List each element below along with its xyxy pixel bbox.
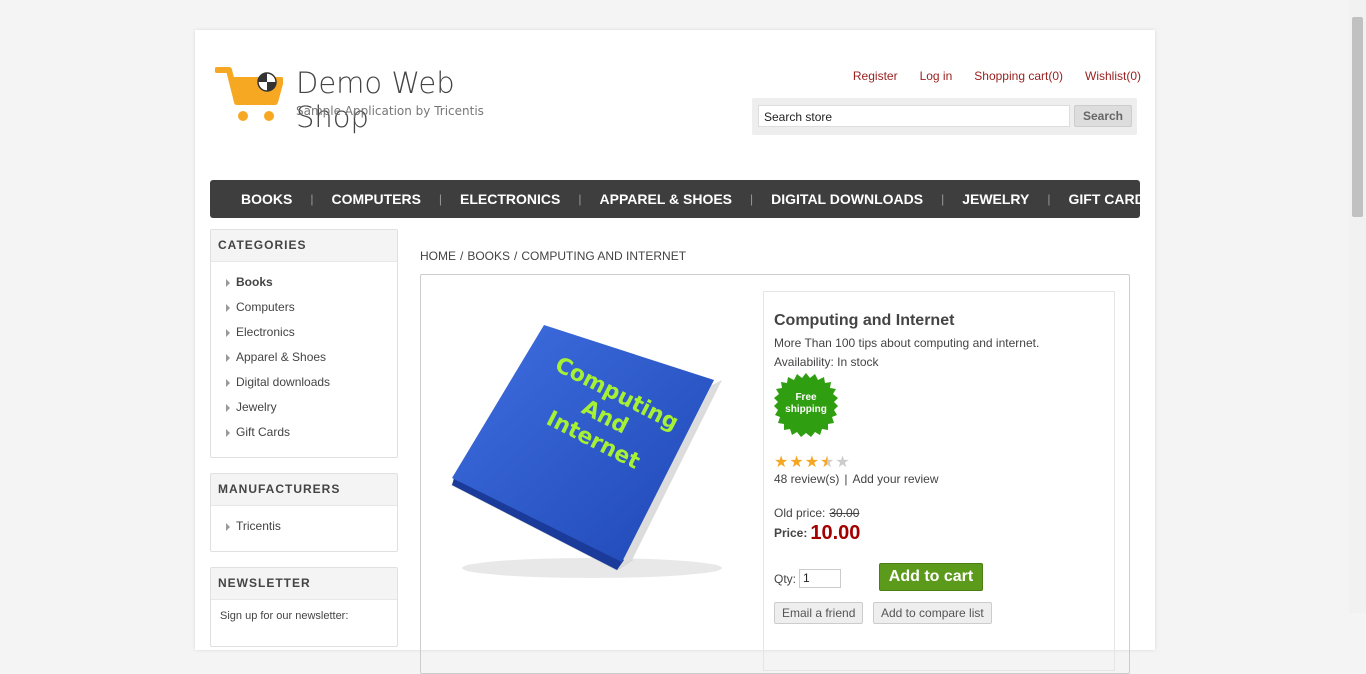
email-friend-button[interactable]: Email a friend bbox=[774, 602, 864, 624]
star-icon: ★ bbox=[774, 454, 789, 471]
product-reviews: 48 review(s) | Add your review bbox=[774, 472, 939, 486]
price-value: 10.00 bbox=[810, 522, 861, 544]
breadcrumb-home[interactable]: HOME bbox=[420, 249, 456, 263]
search-box: Search store Search bbox=[752, 98, 1137, 135]
product-availability: Availability: In stock bbox=[774, 355, 879, 369]
wishlist-link[interactable]: Wishlist(0) bbox=[1085, 69, 1141, 83]
product-short-description: More Than 100 tips about computing and i… bbox=[774, 336, 1040, 350]
categories-block: CATEGORIES Books Computers Electronics A… bbox=[210, 229, 398, 458]
category-item-digital-downloads[interactable]: Digital downloads bbox=[225, 370, 397, 395]
free-shipping-badge-text: Free shipping bbox=[785, 392, 827, 415]
newsletter-title: NEWSLETTER bbox=[211, 568, 397, 600]
newsletter-block: NEWSLETTER Sign up for our newsletter: bbox=[210, 567, 398, 647]
reviews-count-link[interactable]: 48 review(s) bbox=[774, 472, 839, 486]
register-link[interactable]: Register bbox=[853, 69, 898, 83]
menu-item-computers[interactable]: COMPUTERS bbox=[313, 191, 438, 207]
qty-input[interactable]: 1 bbox=[799, 569, 841, 588]
qty-label: Qty: bbox=[774, 572, 797, 586]
logo-title: Demo Web Shop bbox=[296, 66, 455, 134]
product-name: Computing and Internet bbox=[774, 312, 955, 329]
page-container: Demo Web Shop Sample Application by Tric… bbox=[195, 30, 1155, 674]
breadcrumb-books[interactable]: BOOKS bbox=[467, 249, 510, 263]
product-rating: ★ ★ ★ ★ ★ bbox=[774, 455, 851, 471]
add-to-cart-button[interactable]: Add to cart bbox=[879, 563, 983, 591]
categories-title: CATEGORIES bbox=[211, 230, 397, 262]
star-icon: ★ bbox=[804, 454, 820, 471]
menu-item-gift-cards[interactable]: GIFT CARDS bbox=[1050, 191, 1172, 207]
category-item-electronics[interactable]: Electronics bbox=[225, 320, 397, 345]
add-to-compare-button[interactable]: Add to compare list bbox=[873, 602, 992, 624]
product-details: Computing And Internet Computing and Int… bbox=[420, 274, 1130, 674]
category-item-gift-cards[interactable]: Gift Cards bbox=[225, 420, 397, 445]
breadcrumb-current: COMPUTING AND INTERNET bbox=[521, 249, 687, 263]
menu-item-books[interactable]: BOOKS bbox=[223, 191, 310, 207]
search-button[interactable]: Search bbox=[1074, 105, 1132, 127]
shopping-cart-link[interactable]: Shopping cart(0) bbox=[974, 69, 1063, 83]
manufacturers-title: MANUFACTURERS bbox=[211, 474, 397, 506]
search-input[interactable]: Search store bbox=[758, 105, 1070, 127]
manufacturers-block: MANUFACTURERS Tricentis bbox=[210, 473, 398, 552]
star-empty-icon: ★ bbox=[835, 454, 850, 471]
old-price-value: 30.00 bbox=[829, 506, 860, 520]
login-link[interactable]: Log in bbox=[920, 69, 953, 83]
vertical-scrollbar[interactable] bbox=[1349, 0, 1366, 613]
category-item-jewelry[interactable]: Jewelry bbox=[225, 395, 397, 420]
logo[interactable]: Demo Web Shop Sample Application by Tric… bbox=[215, 66, 535, 134]
star-icon: ★ bbox=[789, 454, 804, 471]
top-menu: BOOKS | COMPUTERS | ELECTRONICS | APPAREL &… bbox=[210, 180, 1154, 218]
logo-subtitle: Sample Application by Tricentis bbox=[296, 104, 484, 118]
scrollbar-thumb[interactable] bbox=[1352, 17, 1363, 217]
header-links: Register Log in Shopping cart(0) Wishlis… bbox=[831, 69, 1141, 83]
product-image[interactable]: Computing And Internet bbox=[432, 320, 732, 585]
manufacturer-item-tricentis[interactable]: Tricentis bbox=[225, 514, 397, 539]
star-half-icon: ★ bbox=[820, 454, 835, 471]
old-price: Old price: 30.00 bbox=[774, 506, 860, 520]
newsletter-text: Sign up for our newsletter: bbox=[220, 610, 349, 622]
menu-item-electronics[interactable]: ELECTRONICS bbox=[442, 191, 578, 207]
add-review-link[interactable]: Add your review bbox=[852, 472, 938, 486]
product-overview: Computing and Internet More Than 100 tip… bbox=[763, 291, 1115, 671]
category-item-computers[interactable]: Computers bbox=[225, 295, 397, 320]
breadcrumb: HOME / BOOKS / COMPUTING AND INTERNET bbox=[420, 249, 687, 263]
shopping-cart-icon bbox=[215, 67, 283, 121]
price: Price: 10.00 bbox=[774, 522, 861, 544]
menu-item-apparel-shoes[interactable]: APPAREL & SHOES bbox=[582, 191, 751, 207]
menu-item-jewelry[interactable]: JEWELRY bbox=[944, 191, 1047, 207]
category-item-apparel-shoes[interactable]: Apparel & Shoes bbox=[225, 345, 397, 370]
category-item-books[interactable]: Books bbox=[225, 270, 397, 295]
menu-item-digital-downloads[interactable]: DIGITAL DOWNLOADS bbox=[753, 191, 941, 207]
